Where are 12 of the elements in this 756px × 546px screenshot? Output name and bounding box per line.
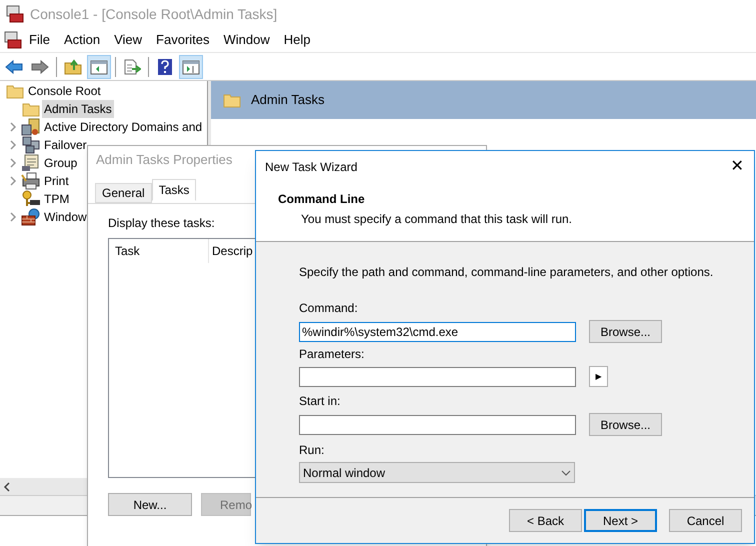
page-subheading: You must specify a command that this task will run. xyxy=(300,211,574,228)
dialog-title: Admin Tasks Properties xyxy=(96,151,232,170)
header-title: Admin Tasks xyxy=(251,91,324,110)
window-title: Console1 - [Console Root\Admin Tasks] xyxy=(30,4,278,24)
field-label: Start in: xyxy=(299,393,342,410)
page-heading: Command Line xyxy=(278,191,366,208)
dialog-title: New Task Wizard xyxy=(265,159,358,176)
field-label: Run: xyxy=(299,442,326,459)
list-label: Display these tasks: xyxy=(108,215,215,232)
field-label: Parameters: xyxy=(299,346,366,363)
field-label: Command: xyxy=(299,300,359,317)
instructions: Specify the path and command, command-line parameters, and other options. xyxy=(299,264,714,281)
